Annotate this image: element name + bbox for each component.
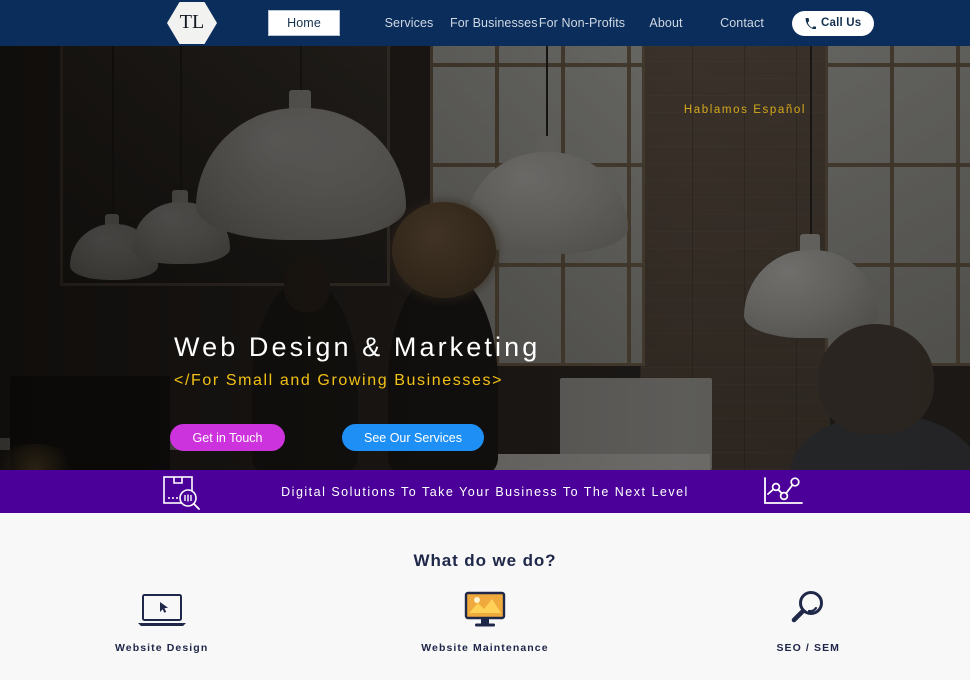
- nav-links: Home Services For Businesses For Non-Pro…: [268, 0, 875, 46]
- service-card-website-maintenance[interactable]: Website Maintenance: [323, 587, 646, 654]
- logo-monogram: TL: [179, 11, 205, 33]
- page-root: TL Home Services For Businesses For Non-…: [0, 0, 970, 680]
- service-card-website-design[interactable]: Website Design: [0, 587, 323, 654]
- nav-item-services[interactable]: Services: [368, 16, 450, 30]
- nav-item-for-businesses[interactable]: For Businesses: [450, 16, 537, 30]
- call-us-label: Call Us: [821, 17, 862, 29]
- services-heading: What do we do?: [413, 551, 557, 570]
- laptop-cursor-icon: [0, 587, 323, 633]
- service-label-seo-sem: SEO / SEM: [776, 642, 841, 654]
- services-section: What do we do? Website Design Website Ma…: [0, 513, 970, 680]
- service-label-website-maintenance: Website Maintenance: [421, 642, 549, 654]
- hero-cta-group: Get in Touch See Our Services: [170, 424, 484, 451]
- top-navigation-bar: TL Home Services For Businesses For Non-…: [0, 0, 970, 46]
- promo-banner-text: Digital Solutions To Take Your Business …: [281, 484, 689, 499]
- line-chart-icon: [760, 476, 806, 508]
- hero-copy: Web Design & Marketing </For Small and G…: [174, 332, 540, 390]
- nav-item-home[interactable]: Home: [268, 10, 340, 36]
- see-our-services-button[interactable]: See Our Services: [342, 424, 484, 451]
- service-card-seo-sem[interactable]: SEO / SEM: [647, 587, 970, 654]
- phone-icon: [805, 17, 816, 29]
- nav-item-contact[interactable]: Contact: [704, 16, 780, 30]
- nav-item-for-non-profits[interactable]: For Non-Profits: [536, 16, 628, 30]
- hero-dark-overlay: [0, 46, 970, 470]
- nav-item-about[interactable]: About: [628, 16, 704, 30]
- call-us-button[interactable]: Call Us: [792, 10, 875, 36]
- promo-banner: Digital Solutions To Take Your Business …: [0, 470, 970, 513]
- hero-title: Web Design & Marketing: [174, 332, 541, 362]
- hablamos-espanol-label: Hablamos Español: [683, 104, 806, 116]
- service-card-list: Website Design Website Maintenance SEO /…: [0, 587, 970, 654]
- get-in-touch-button[interactable]: Get in Touch: [170, 424, 285, 451]
- site-logo[interactable]: TL: [167, 2, 217, 44]
- hero-subtitle: </For Small and Growing Businesses>: [174, 372, 504, 389]
- magnifier-icon: [647, 587, 970, 633]
- service-label-website-design: Website Design: [114, 642, 209, 654]
- hero-section: Hablamos Español Web Design & Marketing …: [0, 46, 970, 470]
- monitor-screen-icon: [323, 587, 646, 633]
- hexagon-logo-icon: TL: [167, 2, 217, 44]
